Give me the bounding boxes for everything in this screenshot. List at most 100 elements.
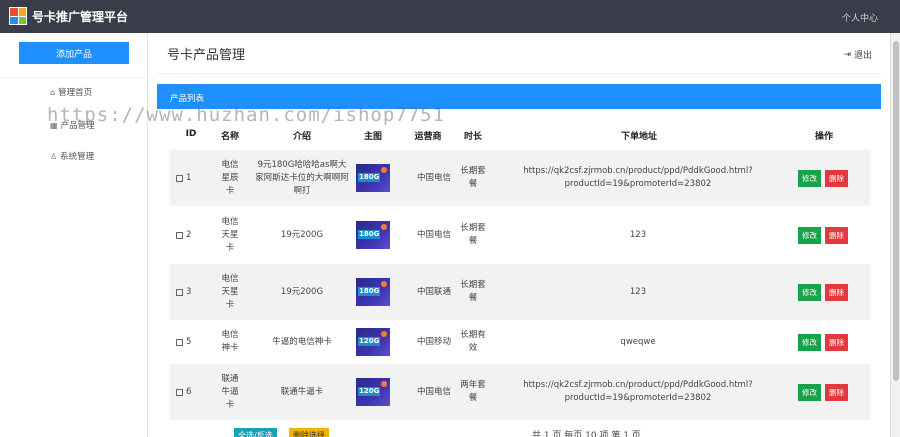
page-title: 号卡产品管理 [167, 48, 246, 63]
row-name: 电信天星卡 [221, 216, 239, 253]
row-image-cell: 180G [354, 264, 392, 320]
row-actions: 修改 删除 [792, 207, 854, 263]
brand[interactable]: 号卡推广管理平台 [9, 7, 128, 25]
row-intro: 牛逼的电信神卡 [272, 336, 332, 347]
row-id: 3 [186, 286, 192, 297]
row-operator: 中国电信 [416, 386, 451, 397]
row-operator: 中国电信 [416, 229, 451, 240]
sidebar-item-home[interactable]: ⌂ 管理首页 [50, 86, 93, 99]
image-label: 180G [358, 230, 381, 239]
col-duration: 时长 [463, 132, 482, 142]
row-image-cell: 180G [354, 150, 392, 206]
row-id: 6 [186, 386, 192, 397]
sidebar-divider [0, 77, 148, 78]
row-duration: 两年套餐 [460, 380, 486, 403]
add-product-button[interactable]: 添加产品 [19, 42, 129, 64]
row-id-cell: 2 [176, 207, 206, 263]
product-image[interactable]: 180G [356, 221, 390, 249]
row-name: 电信天星卡 [221, 273, 239, 310]
user-center-link[interactable]: 个人中心 [842, 11, 878, 24]
sidebar-item-label: 管理首页 [58, 88, 93, 98]
product-image[interactable]: 180G [356, 164, 390, 192]
table-row: 1 电信星辰卡 9元180G哈哈哈as啊大家阿斯达卡位的大啊啊阿啊打 180G 中国电信… [170, 150, 870, 206]
row-checkbox[interactable] [176, 231, 183, 239]
row-actions: 修改 删除 [792, 321, 854, 363]
edit-button[interactable]: 修改 [798, 283, 821, 301]
logout-label: 退出 [853, 51, 872, 61]
sidebar-item-label: 产品管理 [60, 121, 95, 131]
row-duration: 长期有效 [460, 330, 486, 353]
delete-button[interactable]: 删除 [825, 169, 848, 187]
delete-button[interactable]: 删除 [825, 283, 848, 301]
sidebar-item-label: 系统管理 [60, 152, 95, 162]
row-operator: 中国移动 [416, 336, 451, 347]
sidebar-item-products[interactable]: ▦ 产品管理 [50, 119, 95, 132]
row-image-cell: 120G [354, 321, 392, 363]
row-checkbox[interactable] [176, 338, 183, 346]
row-image-cell: 180G [354, 207, 392, 263]
vertical-scrollbar[interactable] [890, 33, 900, 437]
row-id: 2 [186, 229, 192, 240]
delete-button[interactable]: 删除 [825, 383, 848, 401]
edit-button[interactable]: 修改 [798, 333, 821, 351]
table-row: 2 电信天星卡 19元200G 180G 中国电信 长期套餐 123 修改 删除 [170, 207, 870, 263]
row-duration: 长期套餐 [460, 223, 486, 246]
edit-button[interactable]: 修改 [798, 226, 821, 244]
row-checkbox[interactable] [176, 288, 183, 296]
image-label: 120G [358, 337, 381, 346]
col-image: 主图 [363, 132, 382, 142]
row-actions: 修改 删除 [792, 150, 854, 206]
row-order-url: 123 [629, 229, 647, 240]
row-id-cell: 1 [176, 150, 206, 206]
edit-button[interactable]: 修改 [798, 169, 821, 187]
edit-button[interactable]: 修改 [798, 383, 821, 401]
image-label: 120G [358, 387, 381, 396]
row-intro: 9元180G哈哈哈as啊大家阿斯达卡位的大啊啊阿啊打 [255, 159, 349, 196]
sidebar-item-system[interactable]: ♙ 系统管理 [50, 150, 95, 163]
app-title: 号卡推广管理平台 [32, 9, 129, 24]
row-checkbox[interactable] [176, 174, 183, 182]
row-order-url: qweqwe [620, 336, 656, 347]
col-id: ID [185, 129, 197, 139]
col-name: 名称 [220, 132, 239, 142]
pagination-info: 共 1 页 每页 10 项 第 1 页 [532, 431, 641, 437]
select-all-button[interactable]: 全选/反选 [234, 428, 277, 437]
home-icon: ⌂ [50, 87, 56, 97]
table-row: 6 联通牛逼卡 联通牛逼卡 120G 中国电信 两年套餐 https://qk2csf.zj… [170, 364, 870, 420]
image-decoration [381, 224, 387, 230]
row-actions: 修改 删除 [792, 364, 854, 420]
col-operator: 运营商 [414, 132, 442, 142]
col-intro: 介绍 [292, 132, 311, 142]
product-image[interactable]: 120G [356, 378, 390, 406]
row-order-url: https://qk2csf.zjrmob.cn/product/ppd/Pdd… [523, 380, 753, 403]
panel-header: 产品列表 [157, 84, 881, 109]
table-row: 5 电信神卡 牛逼的电信神卡 120G 中国移动 长期有效 qweqwe 修改 删除 [170, 321, 870, 363]
logout-link[interactable]: ⇥ 退出 [843, 48, 872, 62]
logout-icon: ⇥ [843, 49, 851, 60]
product-image[interactable]: 180G [356, 278, 390, 306]
header-divider [157, 73, 881, 74]
product-image[interactable]: 120G [356, 328, 390, 356]
row-name: 电信神卡 [221, 330, 239, 353]
row-operator: 中国电信 [416, 172, 451, 183]
row-id: 5 [186, 336, 192, 347]
row-checkbox[interactable] [176, 388, 183, 396]
grid-icon: ▦ [50, 120, 58, 130]
image-label: 180G [358, 287, 381, 296]
delete-button[interactable]: 删除 [825, 333, 848, 351]
row-intro: 19元200G [280, 229, 324, 240]
app-logo-icon [9, 7, 27, 25]
scrollbar-thumb[interactable] [893, 41, 899, 381]
row-order-url: https://qk2csf.zjrmob.cn/product/ppd/Pdd… [523, 166, 753, 189]
row-id-cell: 5 [176, 321, 206, 363]
delete-button[interactable]: 删除 [825, 226, 848, 244]
delete-selected-button[interactable]: 删除选择 [289, 428, 329, 437]
row-intro: 联通牛逼卡 [280, 386, 324, 397]
row-id-cell: 3 [176, 264, 206, 320]
col-actions: 操作 [814, 132, 833, 142]
row-id-cell: 6 [176, 364, 206, 420]
row-actions: 修改 删除 [792, 264, 854, 320]
top-navbar: 号卡推广管理平台 个人中心 [0, 0, 900, 33]
row-image-cell: 120G [354, 364, 392, 420]
row-intro: 19元200G [280, 286, 324, 297]
